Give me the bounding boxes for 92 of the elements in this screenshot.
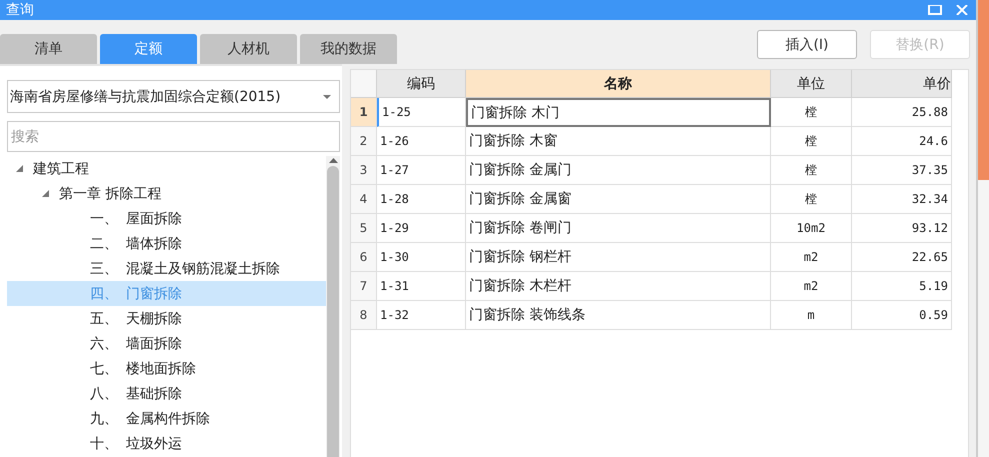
section-number: 七、 (90, 360, 118, 378)
tree-label: 混凝土及钢筋混凝土拆除 (126, 260, 280, 278)
table-cell: 樘 (771, 156, 852, 185)
table-cell: 门窗拆除 金属窗 (466, 185, 771, 214)
tree-item[interactable]: 六、 墙面拆除 (7, 331, 326, 356)
tree-item[interactable]: 九、 金属构件拆除 (7, 406, 326, 431)
row-number[interactable]: 3 (351, 156, 377, 185)
table-cell: 22.65 (852, 243, 952, 272)
table-cell: 10m2 (771, 214, 852, 243)
library-dropdown[interactable]: 海南省房屋修缮与抗震加固综合定额(2015) (7, 80, 340, 113)
table-cell: 门窗拆除 金属门 (466, 156, 771, 185)
row-number[interactable]: 7 (351, 272, 377, 301)
table-cell: m2 (771, 243, 852, 272)
table-cell: 1-32 (377, 301, 466, 330)
tree-label: 金属构件拆除 (126, 410, 210, 428)
tab[interactable]: 人材机 (200, 34, 297, 64)
caret-icon (323, 94, 331, 98)
row-number[interactable]: 1 (351, 98, 377, 127)
table-cell: m2 (771, 272, 852, 301)
tree-item[interactable]: 八、 基础拆除 (7, 381, 326, 406)
table-cell: 1-27 (377, 156, 466, 185)
section-number: 四、 (90, 284, 118, 302)
table-cell: 1-30 (377, 243, 466, 272)
maximize-icon[interactable] (928, 5, 942, 15)
table-cell: 樘 (771, 185, 852, 214)
section-number: 五、 (90, 310, 118, 328)
section-number: 三、 (90, 260, 118, 278)
tree-label: 墙面拆除 (126, 334, 182, 352)
table-cell: 93.12 (852, 214, 952, 243)
section-number: 九、 (90, 410, 118, 428)
table-cell: 门窗拆除 木门 (466, 98, 771, 127)
tree-label: 楼地面拆除 (126, 360, 196, 378)
row-number[interactable]: 8 (351, 301, 377, 330)
table-cell: 门窗拆除 木栏杆 (466, 272, 771, 301)
table-cell: 门窗拆除 钢栏杆 (466, 243, 771, 272)
tree-item[interactable]: 一、 屋面拆除 (7, 206, 326, 231)
search-field[interactable]: 搜索 (7, 121, 340, 152)
row-number[interactable]: 4 (351, 185, 377, 214)
table-cell: 5.19 (852, 272, 952, 301)
table-cell: 24.6 (852, 127, 952, 156)
table-cell: 1-26 (377, 127, 466, 156)
section-number: 一、 (90, 210, 118, 228)
tree-label: 屋面拆除 (126, 210, 182, 228)
table-cell: 门窗拆除 木窗 (466, 127, 771, 156)
table-cell: 25.88 (852, 98, 952, 127)
column-header[interactable]: 名称 (466, 70, 771, 98)
tree-item[interactable]: 建筑工程 (7, 156, 326, 181)
table-cell: 1-28 (377, 185, 466, 214)
table-cell: 1-29 (377, 214, 466, 243)
row-number[interactable]: 5 (351, 214, 377, 243)
tab[interactable]: 清单 (0, 34, 97, 64)
tree-item[interactable]: 七、 楼地面拆除 (7, 356, 326, 381)
tree-item[interactable]: 三、 混凝土及钢筋混凝土拆除 (7, 256, 326, 281)
column-header[interactable]: 单位 (771, 70, 852, 98)
section-number: 二、 (90, 234, 118, 252)
tree-item[interactable]: 五、 天棚拆除 (7, 306, 326, 331)
section-number: 八、 (90, 384, 118, 402)
section-number: 六、 (90, 334, 118, 352)
tree-label: 门窗拆除 (126, 284, 182, 302)
scrollbar[interactable] (326, 156, 340, 457)
table-cell: 门窗拆除 装饰线条 (466, 301, 771, 330)
column-header[interactable]: 单价 (852, 70, 952, 98)
tree-label: 天棚拆除 (126, 310, 182, 328)
tree-label: 墙体拆除 (126, 234, 182, 252)
scroll-up-icon[interactable] (328, 158, 338, 163)
tree-item[interactable]: 第一章 拆除工程 (7, 181, 326, 206)
row-number[interactable]: 2 (351, 127, 377, 156)
section-number: 十、 (90, 434, 118, 452)
tree-label: 建筑工程 (33, 160, 89, 178)
table-cell: 门窗拆除 卷闸门 (466, 214, 771, 243)
table-cell: 0.59 (852, 301, 952, 330)
window-title: 查询 (6, 2, 34, 18)
tree-label: 基础拆除 (126, 384, 182, 402)
table-cell: 1-25 (377, 98, 466, 127)
collapse-icon[interactable] (42, 190, 49, 197)
table-cell: 37.35 (852, 156, 952, 185)
table-cell: 1-31 (377, 272, 466, 301)
collapse-icon[interactable] (16, 165, 23, 172)
table-cell: 32.34 (852, 185, 952, 214)
tree-label: 第一章 拆除工程 (59, 184, 162, 202)
tab[interactable]: 我的数据 (300, 34, 397, 64)
tree-item[interactable]: 十、 垃圾外运 (7, 431, 326, 456)
tree-label: 垃圾外运 (126, 434, 182, 452)
scroll-thumb[interactable] (327, 166, 339, 457)
column-header[interactable]: 编码 (377, 70, 466, 98)
insert-button[interactable]: 插入(I) (757, 30, 857, 59)
table-cell: m (771, 301, 852, 330)
close-icon[interactable] (956, 5, 970, 15)
table-cell: 樘 (771, 98, 852, 127)
row-number[interactable]: 6 (351, 243, 377, 272)
tree-item[interactable]: 二、 墙体拆除 (7, 231, 326, 256)
table-cell: 樘 (771, 127, 852, 156)
